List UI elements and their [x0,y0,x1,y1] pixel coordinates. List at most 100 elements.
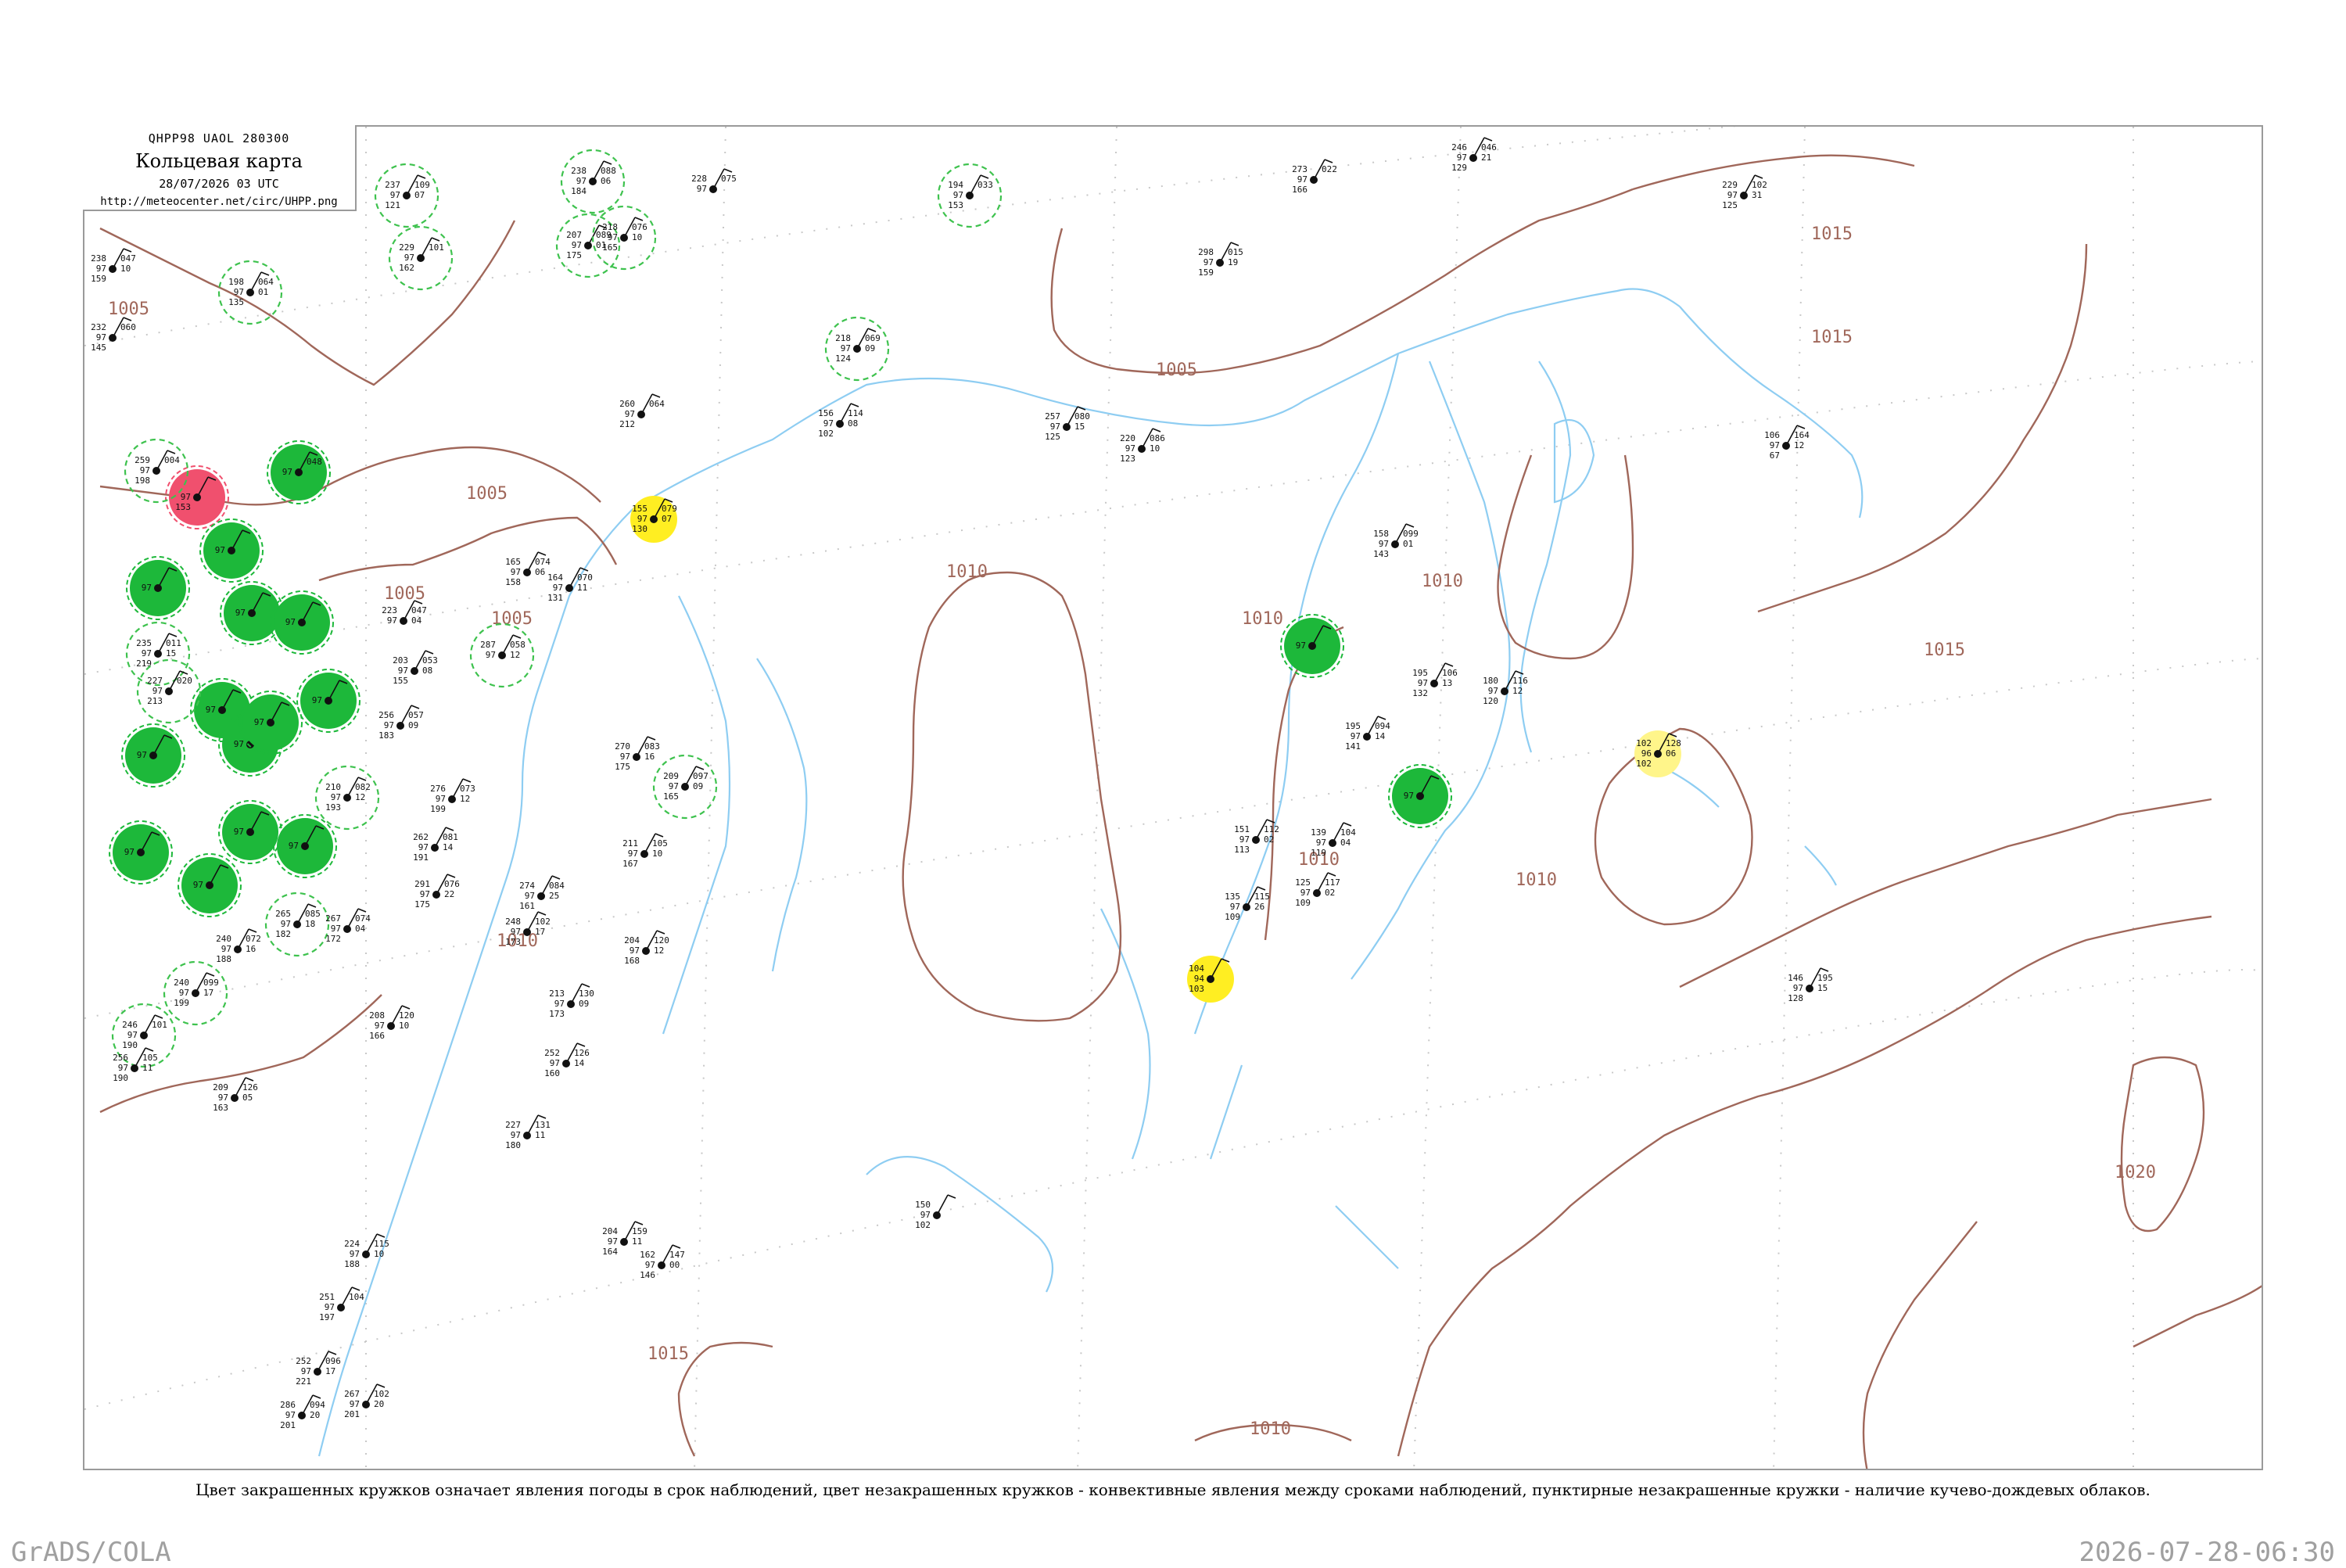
station-value: 102 [1636,759,1652,769]
station-s3[interactable]: 97 [199,518,264,583]
station-s77[interactable]: 22797180 13111 [505,1114,551,1150]
station-value: 079 [662,504,677,514]
station-s36[interactable]: 28797 05812 [469,623,535,688]
station-s85[interactable]: 26797201 10220 [344,1383,389,1419]
station-s63[interactable]: 26297191 08114 [413,827,458,863]
station-value: 238 [91,253,106,264]
station-s35[interactable]: 24097199 09917 [163,960,228,1026]
station-s67[interactable]: 27497161 08425 [519,875,565,911]
station-value: 97 [96,264,106,274]
station-s10[interactable]: 97 [239,691,303,755]
station-s49[interactable]: 19597132 10613 [1412,662,1458,698]
station-s64[interactable]: 29197175 07622 [414,874,460,910]
station-value: 287 [480,640,496,650]
station-value: 22 [444,889,454,899]
station-s38[interactable]: 22897 075 [691,168,737,194]
station-s81[interactable]: 22497188 11510 [344,1233,389,1269]
station-s11[interactable]: 97 [296,669,361,733]
station-s62[interactable]: 27697199 07312 [430,778,475,814]
station-s83[interactable]: 25297221 09617 [296,1351,341,1387]
station-value: 274 [519,881,535,891]
source-url[interactable]: http://meteocenter.net/circ/UHPP.png [83,196,355,208]
station-s76[interactable]: 25697190 10511 [113,1047,158,1083]
station-s71[interactable]: 25297160 12614 [544,1042,590,1078]
station-s55[interactable]: 12597109 11702 [1295,872,1340,908]
station-s14[interactable]: 97 [109,820,173,884]
station-s1[interactable]: 97153 [165,465,229,529]
station-s66[interactable]: 21197167 10510 [622,833,668,869]
station-s39[interactable]: 27397166 022 [1292,159,1337,195]
station-s75[interactable]: 20997163 12605 [213,1077,258,1113]
station-s51[interactable]: 19597141 09414 [1345,716,1390,752]
station-s46[interactable]: 22097123 08610 [1120,428,1165,464]
station-value: 11 [577,583,587,593]
station-s15[interactable]: 97 [178,853,242,917]
station-s12[interactable]: 97 [218,800,282,864]
station-value: 06 [1666,748,1676,759]
station-s4[interactable]: 97 [126,556,190,620]
station-value: 97 [331,924,341,934]
station-value: 165 [663,791,679,802]
station-s40[interactable]: 24697129 04621 [1451,137,1497,173]
isobar-label: 1005 [108,300,149,319]
station-s87[interactable]: 23897159 04710 [91,248,136,284]
station-value: 97 [206,705,216,715]
station-value: 135 [1225,892,1240,902]
station-s54[interactable]: 13597109 11526 [1225,886,1270,922]
station-s42[interactable]: 29897159 01519 [1198,242,1243,278]
station-s47[interactable]: 1069767 16412 [1764,425,1810,461]
station-s60[interactable]: 20397155 05308 [393,650,438,686]
station-s18[interactable]: 15597130 07907 [630,496,677,543]
station-s19[interactable]: 10494103 [1187,956,1234,1003]
wind-barb-feather [634,217,644,221]
station-s74[interactable]: 24097188 07216 [216,928,261,964]
page-title: Кольцевая карта [135,150,303,172]
station-value: 046 [1481,142,1497,152]
station-s16[interactable]: 97 [1280,614,1344,678]
station-s21[interactable]: 23797121 10907 [374,163,439,228]
station-s86[interactable]: 23297145 060 [91,317,136,353]
station-s80[interactable]: 15097102 [915,1194,956,1230]
station-s79[interactable]: 16297146 14700 [640,1244,685,1280]
station-s45[interactable]: 25797125 08015 [1045,406,1090,442]
station-value: 12 [510,650,520,660]
station-s9[interactable]: 97 [121,723,185,788]
station-s13[interactable]: 97 [273,814,337,878]
station-s61[interactable]: 25697183 05709 [378,705,424,741]
station-s58[interactable]: 16497131 07011 [547,567,593,603]
station-s57[interactable]: 16597158 07406 [505,551,551,587]
station-s69[interactable]: 20497168 12012 [624,930,669,966]
station-s84[interactable]: 28697201 09420 [280,1394,325,1430]
station-s22[interactable]: 22997162 101 [388,225,454,291]
station-s65[interactable]: 27097175 08316 [615,736,660,772]
station-s23[interactable]: 23897184 08806 [560,149,626,214]
station-s17[interactable]: 97 [1388,764,1452,828]
station-s72[interactable]: 20897166 12010 [369,1005,414,1041]
station-s27[interactable]: 19497153 033 [937,163,1003,228]
station-s20[interactable]: 10296102 12806 [1634,730,1681,777]
station-value: 195 [1817,973,1833,983]
station-s33[interactable]: 20997165 09709 [652,754,718,820]
station-s5[interactable]: 97 [220,581,284,645]
station-value: 143 [1373,549,1389,559]
station-s28[interactable]: 21897124 06909 [824,316,890,382]
station-value: 103 [1189,984,1204,994]
station-s70[interactable]: 21397173 13009 [549,983,594,1019]
station-s44[interactable]: 15697102 11408 [818,403,863,439]
station-s56[interactable]: 14697128 19515 [1788,967,1833,1003]
station-s82[interactable]: 25197197 104 [319,1286,364,1322]
station-value: 286 [280,1400,296,1410]
station-value: 159 [1198,267,1214,278]
station-value: 058 [510,640,526,650]
station-s34[interactable]: 26597182 08518 [264,892,330,957]
station-s73[interactable]: 26797172 07404 [325,908,371,944]
station-s59[interactable]: 22397 04704 [382,600,427,626]
station-s2[interactable]: 97 048 [267,440,331,504]
wind-barb-feather [723,168,733,173]
station-s41[interactable]: 22997125 10231 [1722,174,1767,210]
station-value: 97 [193,880,203,890]
station-s43[interactable]: 26097212 064 [619,393,665,429]
station-s32[interactable]: 21097193 08212 [314,765,380,831]
latlon-grid [84,127,2262,1469]
station-s48[interactable]: 15897143 09901 [1373,523,1419,559]
